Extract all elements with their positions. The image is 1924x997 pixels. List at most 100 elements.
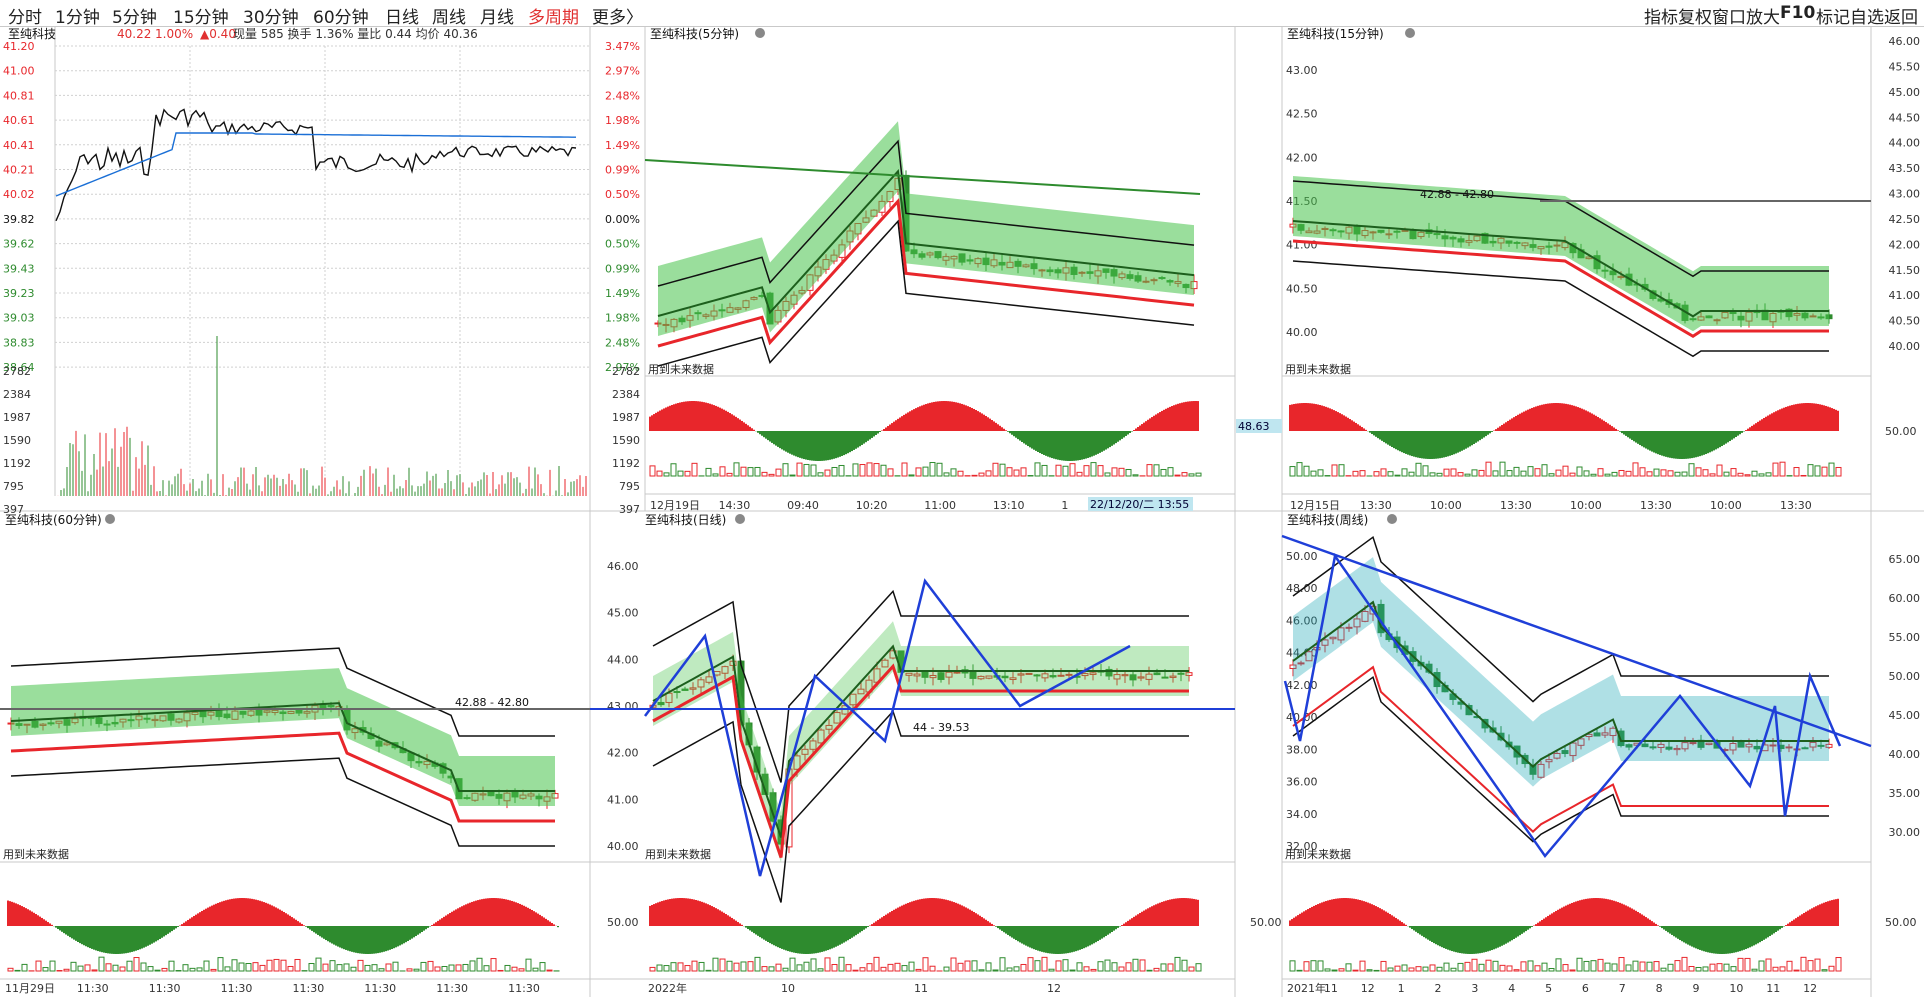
osc-tick: 50.00 <box>1250 916 1282 929</box>
dropdown-icon[interactable] <box>105 514 115 524</box>
volume-bar <box>782 463 789 477</box>
tab-5min[interactable]: 5分钟 <box>112 3 157 28</box>
volume-bar <box>1800 474 1807 477</box>
volume-bar <box>168 960 175 972</box>
volume-bar <box>670 962 677 972</box>
volume-bar <box>957 470 964 477</box>
tab-15min[interactable]: 15分钟 <box>173 3 229 28</box>
volume-bar <box>1436 966 1443 972</box>
tool-adjust[interactable]: 复权 <box>1678 3 1712 28</box>
x-axis-label: 10:00 <box>1710 499 1742 512</box>
x-axis-label: 5 <box>1545 982 1552 995</box>
tool-back[interactable]: 返回 <box>1884 3 1918 28</box>
volume-bar <box>1597 468 1604 477</box>
volume-bar <box>663 965 670 972</box>
volume-tick: 1987 <box>612 411 640 424</box>
volume-bar <box>287 965 294 972</box>
x-axis-label: 11:30 <box>77 982 109 995</box>
volume-bar <box>1765 472 1772 477</box>
volume-bar <box>1772 462 1779 477</box>
volume-bar <box>1041 956 1048 972</box>
volume-bar <box>1331 464 1338 477</box>
volume-bar <box>1401 964 1408 972</box>
tool-watchlist[interactable]: 自选 <box>1850 3 1884 28</box>
intraday-change: ▲0.40 <box>200 27 236 41</box>
volume-bar <box>1709 473 1716 477</box>
volume-bar <box>1069 463 1076 477</box>
dropdown-icon[interactable] <box>735 514 745 524</box>
volume-bar <box>985 470 992 477</box>
volume-bar <box>1597 958 1604 972</box>
x-axis-label: 1 <box>1398 982 1405 995</box>
tab-more[interactable]: 更多〉 <box>592 3 643 28</box>
tab-daily[interactable]: 日线 <box>385 3 419 28</box>
tab-weekly[interactable]: 周线 <box>432 3 466 28</box>
volume-bar <box>978 472 985 477</box>
volume-bar <box>1821 466 1828 477</box>
tab-60min[interactable]: 60分钟 <box>313 3 369 28</box>
x-axis-label: 12月15日 <box>1290 499 1340 512</box>
volume-bar <box>1485 461 1492 477</box>
volume-tick: 1590 <box>612 434 640 447</box>
volume-bar <box>1125 468 1132 477</box>
dropdown-icon[interactable] <box>1405 28 1415 38</box>
dropdown-icon[interactable] <box>1387 514 1397 524</box>
volume-bar <box>1174 956 1181 972</box>
volume-bar <box>999 957 1006 972</box>
tab-30min[interactable]: 30分钟 <box>243 3 299 28</box>
panel-5min: 至纯科技(5分钟) 用到未来数据 12月19日 14:30 09:40 10:20 11… <box>644 26 1202 512</box>
volume-tick: 2384 <box>3 388 31 401</box>
price-tick: 39.62 <box>3 238 35 251</box>
period-toolbar: 分时 1分钟 5分钟 15分钟 30分钟 60分钟 日线 周线 月线 多周期 更… <box>0 0 1924 28</box>
volume-bar <box>77 965 84 972</box>
volume-bar <box>1090 968 1097 972</box>
volume-bar <box>1443 962 1450 972</box>
volume-bar <box>824 469 831 477</box>
volume-bar <box>1618 469 1625 477</box>
volume-bar <box>1541 962 1548 972</box>
volume-bar <box>754 956 761 972</box>
volume-bar <box>684 470 691 477</box>
volume-bar <box>733 962 740 972</box>
volume-bar <box>1160 963 1167 972</box>
x-axis-label: 8 <box>1656 982 1663 995</box>
volume-bar <box>1429 964 1436 972</box>
volume-bar <box>1772 966 1779 972</box>
volume-bar <box>852 463 859 477</box>
volume-bar <box>364 964 371 972</box>
volume-bar <box>1674 471 1681 477</box>
volume-bar <box>70 961 77 972</box>
tab-timeshare[interactable]: 分时 <box>8 3 42 28</box>
tool-f10[interactable]: F10 <box>1780 3 1815 23</box>
volume-bar <box>273 958 280 972</box>
volume-bar <box>1786 960 1793 972</box>
y-axis-tick: 42.50 <box>1286 108 1318 121</box>
y-axis-tick: 41.00 <box>607 793 639 806</box>
x-axis-label: 13:30 <box>1780 499 1812 512</box>
volume-tick: 795 <box>619 480 640 493</box>
y-axis-tick: 41.00 <box>1889 289 1921 302</box>
pct-tick: 0.50% <box>605 238 640 251</box>
volume-bar <box>1800 956 1807 972</box>
volume-bar <box>1069 969 1076 972</box>
tool-window[interactable]: 窗口 <box>1712 3 1746 28</box>
volume-bar <box>1583 960 1590 972</box>
volume-bar <box>1041 464 1048 477</box>
volume-bar <box>1338 464 1345 477</box>
hline-label: 42.88 - 42.80 <box>1420 188 1494 201</box>
volume-bar <box>803 463 810 477</box>
tab-monthly[interactable]: 月线 <box>480 3 514 28</box>
volume-bar <box>1604 962 1611 972</box>
tab-multi-period[interactable]: 多周期 <box>528 3 579 28</box>
volume-bar <box>1118 467 1125 477</box>
dropdown-icon[interactable] <box>755 28 765 38</box>
y-axis-tick: 43.50 <box>1889 162 1921 175</box>
volume-bar <box>1013 966 1020 972</box>
tool-indicator[interactable]: 指标 <box>1644 3 1678 28</box>
tool-zoom[interactable]: 放大 <box>1746 3 1780 28</box>
tab-1min[interactable]: 1分钟 <box>55 3 100 28</box>
volume-bar <box>1492 960 1499 972</box>
tool-mark[interactable]: 标记 <box>1816 3 1850 28</box>
volume-bar <box>1006 967 1013 972</box>
volume-bar <box>210 968 217 972</box>
